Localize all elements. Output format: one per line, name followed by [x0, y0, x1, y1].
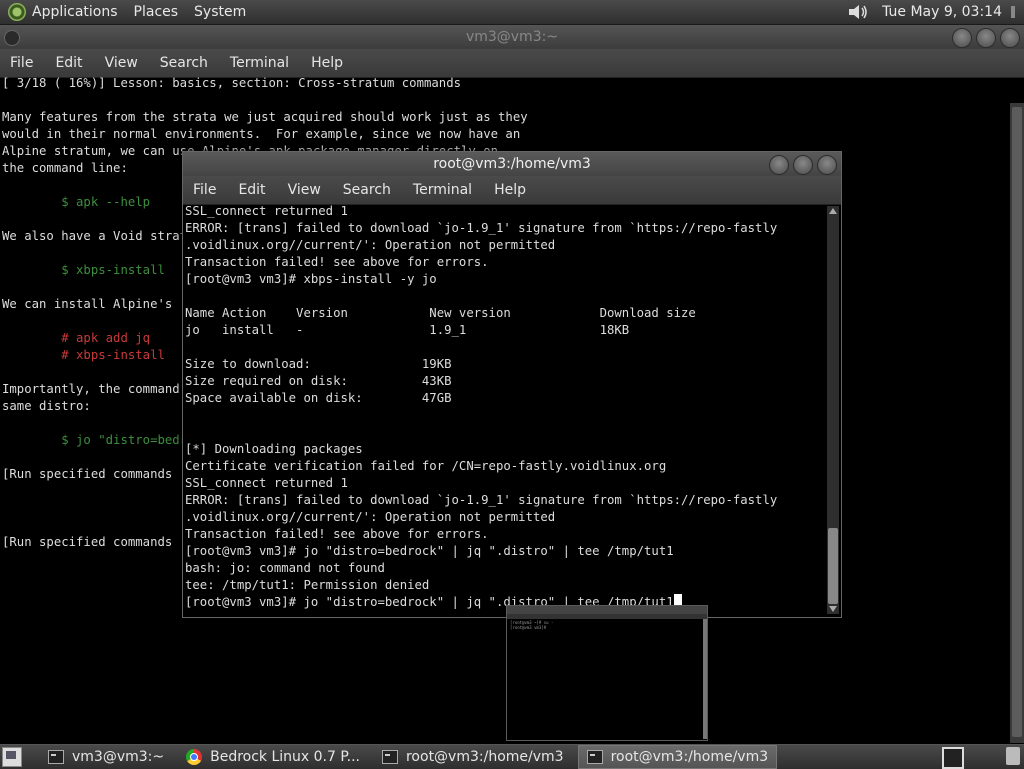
close-button[interactable] [1000, 28, 1020, 48]
fg-window-title: root@vm3:/home/vm3 [433, 156, 591, 172]
terminal-line: ERROR: [trans] failed to download `jo-1.… [185, 221, 778, 235]
applications-menu[interactable]: Applications [32, 4, 118, 20]
bottom-panel: vm3@vm3:~ Bedrock Linux 0.7 P... root@vm… [0, 744, 1024, 769]
menu-help[interactable]: Help [311, 55, 343, 71]
taskbar-item-label: vm3@vm3:~ [72, 749, 165, 765]
terminal-line: Transaction failed! see above for errors… [185, 527, 489, 541]
bg-scroll-thumb[interactable] [1012, 107, 1022, 737]
show-desktop-icon[interactable] [2, 747, 22, 767]
terminal-line: [ 3/18 ( 16%)] Lesson: basics, section: … [2, 76, 462, 90]
preview-line: [root@vm3 vm3]# [510, 625, 549, 630]
terminal-line: .voidlinux.org//current/': Operation not… [185, 510, 556, 524]
terminal-line: SSL_connect returned 1 [185, 204, 348, 218]
terminal-line: Transaction failed! see above for errors… [185, 255, 489, 269]
top-panel: Applications Places System Tue May 9, 03… [0, 0, 1024, 25]
menu-terminal[interactable]: Terminal [413, 182, 472, 198]
bg-scrollbar[interactable] [1010, 103, 1024, 743]
maximize-button[interactable] [793, 155, 813, 175]
preview-terminal-text: [root@vm3 ~]# su - [root@vm3 vm3]# [510, 620, 553, 630]
taskbar-item-label: root@vm3:/home/vm3 [610, 749, 769, 765]
terminal-line: Name Action Version New version Download… [185, 306, 696, 320]
close-button[interactable] [817, 155, 837, 175]
fg-scrollbar[interactable] [827, 206, 839, 614]
workspace-switcher-icon[interactable] [942, 747, 964, 769]
terminal-line: Space available on disk: 47GB [185, 391, 452, 405]
panel-handle-icon [1011, 6, 1015, 18]
terminal-line: [root@vm3 vm3]# jo "distro=bedrock" | jq… [185, 544, 674, 558]
maximize-button[interactable] [976, 28, 996, 48]
chrome-icon [186, 749, 203, 765]
taskbar-item-root-terminal-active[interactable]: root@vm3:/home/vm3 [577, 745, 778, 769]
terminal-line: Certificate verification failed for /CN=… [185, 459, 667, 473]
fg-menubar: File Edit View Search Terminal Help [183, 176, 841, 205]
bg-window-titlebar[interactable]: vm3@vm3:~ [0, 25, 1024, 50]
trash-icon[interactable] [1006, 747, 1020, 765]
terminal-line: .voidlinux.org//current/': Operation not… [185, 238, 556, 252]
taskbar-item-root-terminal[interactable]: root@vm3:/home/vm3 [374, 746, 572, 768]
menu-search[interactable]: Search [343, 182, 391, 198]
menu-edit[interactable]: Edit [55, 55, 82, 71]
window-preview-thumbnail[interactable]: [root@vm3 ~]# su - [root@vm3 vm3]# [506, 605, 708, 741]
terminal-line: SSL_connect returned 1 [185, 476, 348, 490]
taskbar-item-label: root@vm3:/home/vm3 [405, 749, 564, 765]
terminal-line: [*] Downloading packages [185, 442, 363, 456]
menu-edit[interactable]: Edit [238, 182, 265, 198]
terminal-icon [381, 750, 398, 764]
minimize-button[interactable] [952, 28, 972, 48]
terminal-line: Many features from the strata we just ac… [2, 110, 528, 124]
preview-titlebar [507, 606, 707, 614]
terminal-icon [586, 750, 603, 764]
menu-view[interactable]: View [288, 182, 321, 198]
minimize-button[interactable] [769, 155, 789, 175]
terminal-line: Size to download: 19KB [185, 357, 452, 371]
system-menu[interactable]: System [194, 4, 246, 20]
bg-menubar: File Edit View Search Terminal Help [0, 49, 1024, 78]
terminal-line: Size required on disk: 43KB [185, 374, 452, 388]
menu-terminal[interactable]: Terminal [230, 55, 289, 71]
menu-file[interactable]: File [193, 182, 216, 198]
terminal-line: tee: /tmp/tut1: Permission denied [185, 578, 430, 592]
preview-scrollbar [703, 619, 707, 739]
bg-window-title: vm3@vm3:~ [465, 29, 559, 45]
taskbar-item-label: Bedrock Linux 0.7 P... [210, 749, 360, 765]
taskbar-item-browser[interactable]: Bedrock Linux 0.7 P... [178, 746, 368, 768]
taskbar-item-vm3[interactable]: vm3@vm3:~ [40, 746, 172, 768]
terminal-line: would in their normal environments. For … [2, 127, 521, 141]
menu-view[interactable]: View [105, 55, 138, 71]
terminal-line: [root@vm3 vm3]# jo "distro=bedrock" | jq… [185, 594, 825, 611]
preview-menubar [507, 614, 707, 619]
foreground-terminal-window[interactable]: root@vm3:/home/vm3 File Edit View Search… [182, 151, 842, 618]
menu-help[interactable]: Help [494, 182, 526, 198]
window-menu-icon[interactable] [4, 30, 20, 46]
menu-file[interactable]: File [10, 55, 33, 71]
fg-scroll-thumb[interactable] [828, 528, 838, 604]
fg-window-titlebar[interactable]: root@vm3:/home/vm3 [183, 152, 841, 177]
terminal-line: jo install - 1.9_1 18KB [185, 323, 630, 337]
clock[interactable]: Tue May 9, 03:14 [882, 4, 1002, 20]
terminal-line: [root@vm3 vm3]# xbps-install -y jo [185, 272, 437, 286]
scroll-up-arrow-icon[interactable] [829, 208, 837, 214]
scroll-down-arrow-icon[interactable] [829, 606, 837, 612]
terminal-line: bash: jo: command not found [185, 561, 385, 575]
menu-search[interactable]: Search [160, 55, 208, 71]
terminal-icon [48, 750, 64, 764]
distro-logo-icon[interactable] [8, 3, 26, 21]
volume-icon[interactable] [846, 2, 870, 22]
terminal-line: ERROR: [trans] failed to download `jo-1.… [185, 493, 778, 507]
fg-terminal-output[interactable]: SSL_connect returned 1 ERROR: [trans] fai… [185, 203, 825, 615]
places-menu[interactable]: Places [134, 4, 179, 20]
